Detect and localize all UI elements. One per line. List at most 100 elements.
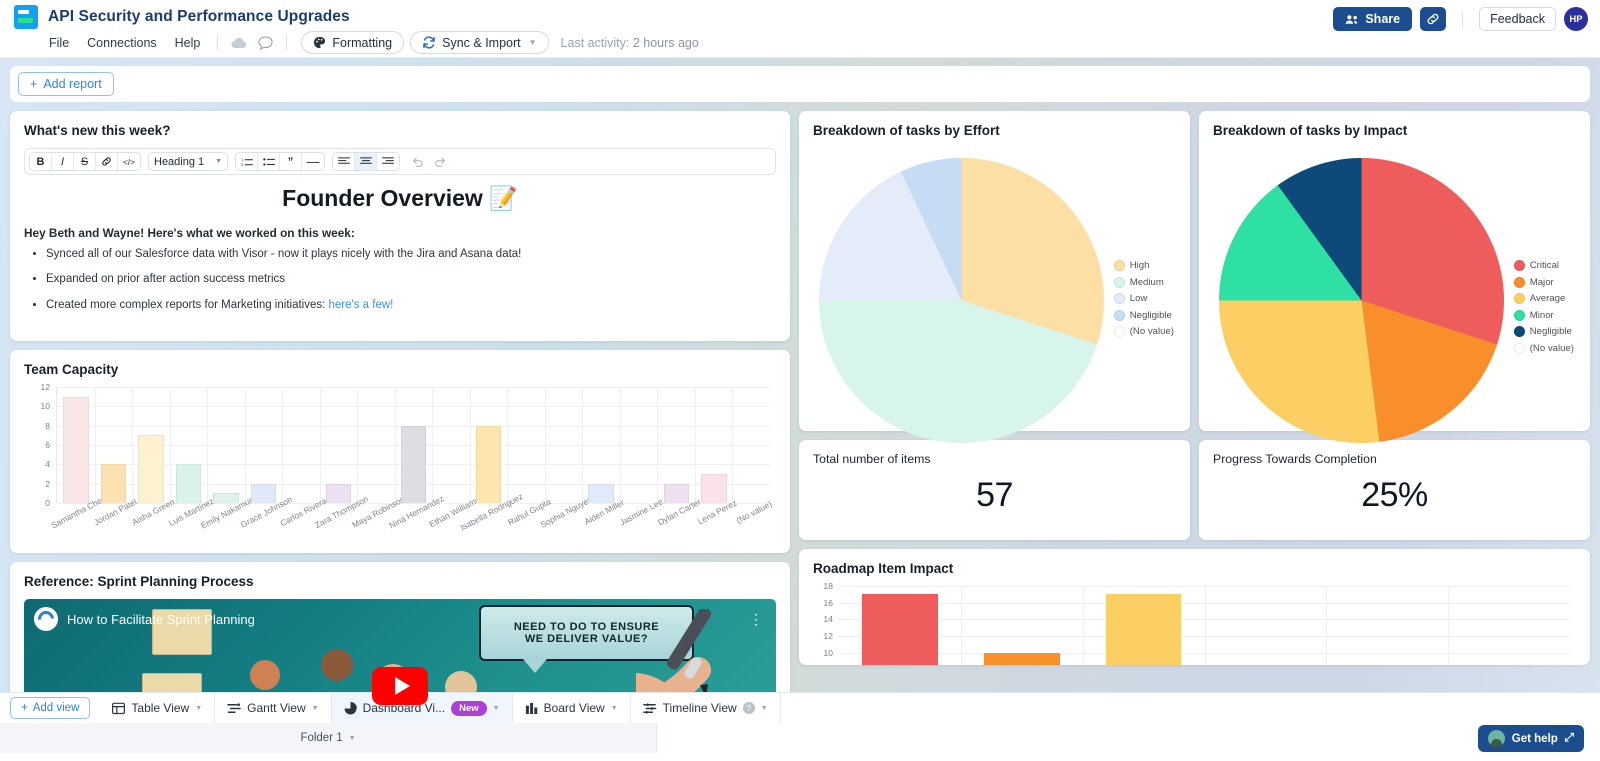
bar[interactable] <box>325 483 352 503</box>
tab-board-view[interactable]: Board View ▼ <box>513 693 631 723</box>
legend-item[interactable]: Average <box>1513 293 1574 304</box>
get-help-button[interactable]: Get help ⤢ <box>1477 725 1584 752</box>
bar[interactable] <box>862 594 938 665</box>
legend-item[interactable]: Major <box>1513 276 1574 288</box>
y-tick: 10 <box>823 647 833 658</box>
tab-table-view[interactable]: Table View ▼ <box>100 693 216 723</box>
legend-item[interactable]: Medium <box>1113 276 1174 288</box>
horizontal-rule-icon[interactable]: — <box>302 153 324 170</box>
last-activity: Last activity: 2 hours ago <box>561 36 699 50</box>
document-lead[interactable]: Hey Beth and Wayne! Here's what we worke… <box>24 226 776 240</box>
bar[interactable] <box>175 464 202 503</box>
cloud-icon[interactable] <box>226 33 252 53</box>
plus-icon: + <box>30 77 38 91</box>
legend-item[interactable]: Critical <box>1513 260 1574 271</box>
roadmap-impact-chart: 8 10 12 14 16 18 <box>813 581 1576 665</box>
legend-label: Critical <box>1529 260 1560 271</box>
pie-graphic[interactable] <box>1219 158 1504 443</box>
folder-bar[interactable]: Folder 1 ▼ <box>0 723 657 753</box>
list-item[interactable]: Expanded on prior after action success m… <box>46 272 776 286</box>
kpi-row: Total number of items 57 Progress Toward… <box>799 440 1590 540</box>
feedback-button[interactable]: Feedback <box>1479 7 1556 31</box>
impact-pie-card: Breakdown of tasks by Impact Critical Maj… <box>1199 111 1590 443</box>
pie-graphic[interactable] <box>819 158 1104 443</box>
legend-item[interactable]: High <box>1113 260 1174 271</box>
comment-icon[interactable] <box>252 33 278 53</box>
undo-icon[interactable] <box>407 152 429 171</box>
bar[interactable] <box>400 425 427 503</box>
code-button[interactable]: </> <box>118 153 140 170</box>
table-icon <box>112 702 126 715</box>
top-app-bar: API Security and Performance Upgrades Fi… <box>0 0 1600 58</box>
y-tick: 8 <box>828 664 833 665</box>
editor-toolbar: B I S </> Heading 1 ▼ 12 ” — <box>24 148 776 175</box>
tab-label: Table View <box>131 701 190 715</box>
bar[interactable] <box>213 493 239 503</box>
bar[interactable] <box>100 464 127 503</box>
menu-item-connections[interactable]: Connections <box>78 33 166 53</box>
strikethrough-button[interactable]: S <box>74 153 96 170</box>
x-tick: Grace Johnson <box>239 494 294 545</box>
quote-icon[interactable]: ” <box>280 153 302 170</box>
legend-item[interactable]: Negligible <box>1113 309 1174 321</box>
chevron-down-icon[interactable]: ▼ <box>312 705 319 712</box>
align-right-icon[interactable] <box>377 153 399 170</box>
bar[interactable] <box>588 483 614 503</box>
add-view-button[interactable]: + Add view <box>10 697 91 719</box>
chevron-down-icon[interactable]: ▼ <box>611 705 618 712</box>
bold-button[interactable]: B <box>30 153 52 170</box>
legend-item[interactable]: (No value) <box>1113 326 1174 337</box>
legend-item[interactable]: Minor <box>1513 309 1574 321</box>
inline-link[interactable]: here's a few! <box>329 299 394 311</box>
bar[interactable] <box>250 483 277 503</box>
align-left-icon[interactable] <box>333 153 355 170</box>
x-tick: Carlos Rivera <box>279 496 328 545</box>
avatar[interactable]: HP <box>1564 7 1588 31</box>
share-button[interactable]: Share <box>1333 7 1413 31</box>
list-item[interactable]: Synced all of our Salesforce data with V… <box>46 247 776 261</box>
bar[interactable] <box>983 652 1060 665</box>
ordered-list-icon[interactable]: 12 <box>236 153 258 170</box>
help-icon[interactable]: ? <box>742 702 755 714</box>
bar[interactable] <box>475 425 502 503</box>
play-button[interactable] <box>372 667 428 705</box>
link-icon[interactable] <box>96 153 118 170</box>
tab-gantt-view[interactable]: Gantt View ▼ <box>215 693 332 723</box>
copy-link-icon[interactable] <box>1420 7 1447 31</box>
add-report-button[interactable]: + Add report <box>18 72 114 96</box>
y-tick: 0 <box>45 498 50 508</box>
pie-icon <box>344 701 357 715</box>
bullet-list-icon[interactable] <box>258 153 280 170</box>
heading-select[interactable]: Heading 1 ▼ <box>148 152 228 171</box>
align-center-icon[interactable] <box>355 153 377 170</box>
legend-item[interactable]: (No value) <box>1513 342 1574 354</box>
bar-slot <box>507 387 545 503</box>
svg-text:1: 1 <box>241 157 243 161</box>
bar[interactable] <box>701 474 727 503</box>
legend-label: Major <box>1529 276 1554 288</box>
legend-item[interactable]: Low <box>1113 293 1174 304</box>
chevron-down-icon[interactable]: ▼ <box>493 705 500 712</box>
list-item[interactable]: Created more complex reports for Marketi… <box>46 298 776 312</box>
legend-item[interactable]: Negligible <box>1513 326 1574 337</box>
italic-button[interactable]: I <box>52 153 74 170</box>
bar[interactable] <box>663 483 690 503</box>
app-bar-right: Share Feedback HP <box>1333 7 1588 31</box>
menu-item-help[interactable]: Help <box>166 33 210 53</box>
x-tick: Aiden Miller <box>582 497 625 545</box>
redo-icon[interactable] <box>429 152 451 171</box>
chevron-down-icon[interactable]: ▼ <box>761 705 768 712</box>
app-logo-icon[interactable] <box>14 5 38 29</box>
tab-timeline-view[interactable]: Timeline View? ▼ <box>631 693 781 723</box>
menu-item-file[interactable]: File <box>40 33 78 53</box>
sync-import-button[interactable]: Sync & Import ▼ <box>410 31 549 54</box>
video-more-icon[interactable]: ⋮ <box>749 611 764 628</box>
formatting-button[interactable]: Formatting <box>301 31 405 54</box>
bar[interactable] <box>63 396 89 503</box>
bar[interactable] <box>138 435 164 503</box>
bar[interactable] <box>1105 594 1182 665</box>
chevron-down-icon[interactable]: ▼ <box>195 705 202 712</box>
document-heading[interactable]: Founder Overview 📝 <box>24 185 776 212</box>
bar-slot <box>170 387 208 503</box>
total-items-card: Total number of items 57 <box>799 440 1190 540</box>
